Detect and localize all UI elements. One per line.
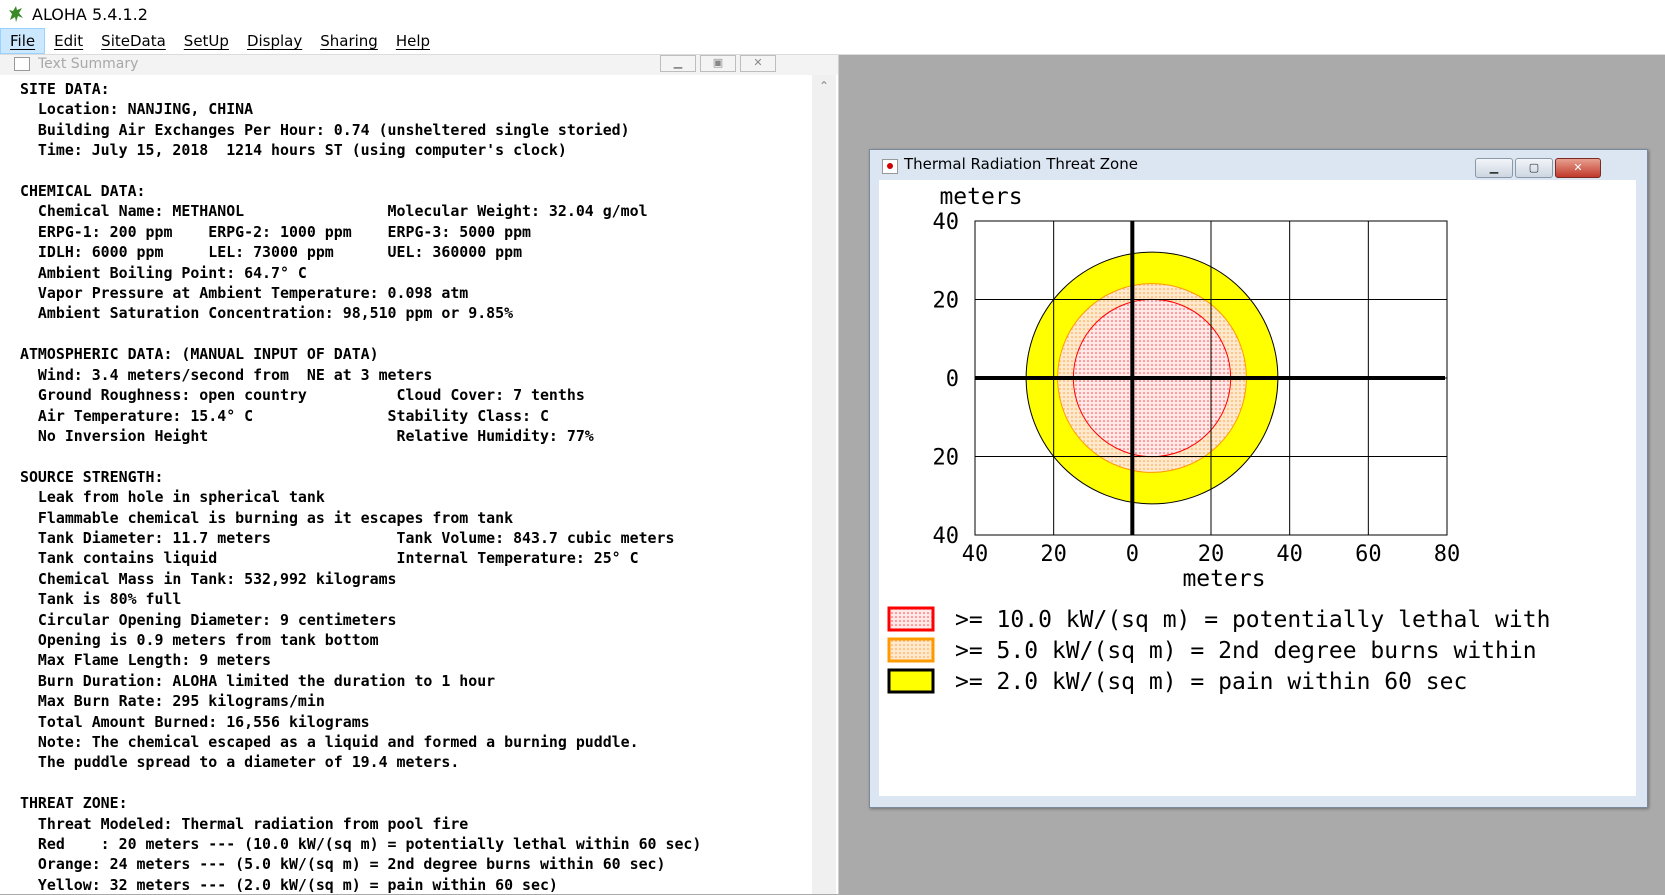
y-tick-label: 40 (933, 210, 960, 235)
menu-display[interactable]: Display (238, 29, 311, 53)
y-unit-label: meters (939, 184, 1022, 210)
summary-text: SITE DATA: Location: NANJING, CHINA Buil… (20, 80, 702, 894)
minimize-button[interactable]: ▁ (660, 55, 696, 72)
text-summary-window: Text Summary ▁ ▣ ✕ SITE DATA: Location: … (0, 55, 839, 894)
menu-sharing[interactable]: Sharing (311, 29, 387, 53)
menu-file[interactable]: File (0, 28, 46, 54)
threat-zone-icon (882, 159, 898, 174)
vertical-scrollbar[interactable]: ⌃ (812, 75, 836, 894)
document-icon (14, 57, 30, 71)
menu-sitedata[interactable]: SiteData (92, 29, 175, 53)
threat-maximize-button[interactable]: ▢ (1515, 158, 1553, 178)
legend-swatch (887, 606, 935, 632)
scroll-up-arrow-icon[interactable]: ⌃ (812, 75, 836, 97)
y-tick-label: 0 (946, 367, 959, 392)
x-tick-label: 20 (1198, 542, 1225, 567)
menu-bar: File Edit SiteData SetUp Display Sharing… (0, 28, 1665, 55)
summary-titlebar[interactable]: Text Summary ▁ ▣ ✕ (0, 55, 838, 75)
app-titlebar: ALOHA 5.4.1.2 (0, 0, 1665, 28)
menu-help[interactable]: Help (387, 29, 439, 53)
menu-setup[interactable]: SetUp (175, 29, 238, 53)
legend-label: >= 5.0 kW/(sq m) = 2nd degree burns with… (955, 638, 1537, 664)
x-unit-label: meters (1182, 566, 1265, 592)
threat-close-button[interactable]: ✕ (1555, 158, 1601, 178)
x-tick-label: 80 (1434, 542, 1461, 567)
menu-edit[interactable]: Edit (45, 29, 92, 53)
x-tick-label: 40 (1276, 542, 1303, 567)
threat-window-title: Thermal Radiation Threat Zone (904, 155, 1138, 173)
close-button[interactable]: ✕ (740, 55, 776, 72)
legend-label: >= 10.0 kW/(sq m) = potentially lethal w… (955, 607, 1550, 633)
y-tick-label: 20 (933, 289, 960, 314)
app-title: ALOHA 5.4.1.2 (32, 4, 148, 24)
y-tick-label: 20 (933, 446, 960, 471)
legend-swatch (887, 668, 935, 694)
threat-minimize-button[interactable]: ▁ (1475, 158, 1513, 178)
threat-zone-chart: metersmeters40200204040 20 0 20 40 60 80>= 10.… (887, 184, 1550, 695)
threat-titlebar[interactable]: Thermal Radiation Threat Zone ▁ ▢ ✕ (870, 150, 1647, 180)
threat-zone-window: Thermal Radiation Threat Zone ▁ ▢ ✕ mete… (869, 149, 1648, 808)
maximize-button[interactable]: ▣ (700, 55, 736, 72)
x-tick-label: 20 (1040, 542, 1067, 567)
summary-title: Text Summary (38, 56, 139, 72)
y-tick-label: 40 (933, 524, 960, 549)
legend-swatch (887, 637, 935, 663)
x-tick-label: 40 (962, 542, 989, 567)
threat-zone-plot: meters meters 40 20 0 20 40 40 20 0 20 40 60 80 >= 10.… (879, 180, 1636, 796)
aloha-logo-icon (9, 6, 23, 22)
legend-label: >= 2.0 kW/(sq m) = pain within 60 sec (955, 669, 1467, 695)
x-tick-label: 60 (1355, 542, 1382, 567)
x-tick-label: 0 (1126, 542, 1139, 567)
